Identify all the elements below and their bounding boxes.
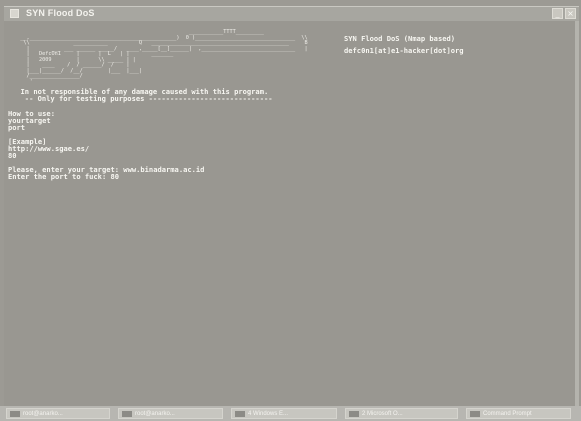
console-icon [10, 9, 19, 18]
contact-email: defc0n1[at]e1-hacker[dot]org [344, 46, 464, 55]
tool-name: SYN Flood DoS (Nmap based) [344, 34, 456, 43]
taskbar-item-command-prompt[interactable]: Command Prompt [466, 408, 571, 419]
console-output[interactable]: ___________TTTT_________ __,____________… [4, 21, 579, 406]
taskbar-item-label: root@anarko... [23, 411, 63, 417]
folder-icon [235, 411, 245, 417]
minimize-button[interactable]: _ [552, 8, 563, 19]
howto-port: port [8, 123, 26, 132]
testing-line: -- Only for testing purposes -----------… [12, 94, 273, 103]
port-prompt[interactable]: Enter the port to fuck: 80 [8, 173, 119, 180]
desktop-screen: SYN Flood DoS _ × ___________TTTT_______… [0, 0, 581, 421]
close-button[interactable]: × [565, 8, 576, 19]
taskbar-item-label: Command Prompt [483, 411, 532, 417]
taskbar-item-label: 4 Windows E... [248, 411, 289, 417]
terminal-icon [10, 411, 20, 417]
taskbar-item-label: 2 Microsoft O... [362, 411, 403, 417]
office-icon [349, 411, 359, 417]
taskbar-item-microsoft-office[interactable]: 2 Microsoft O... [345, 408, 458, 419]
taskbar: root@anarko... root@anarko... 4 Windows … [0, 406, 581, 421]
banner-line-10: ' [14, 78, 33, 85]
example-port: 80 [8, 151, 17, 160]
taskbar-item-terminal-1[interactable]: root@anarko... [6, 408, 110, 419]
window-title: SYN Flood DoS [26, 8, 95, 18]
taskbar-item-terminal-2[interactable]: root@anarko... [118, 408, 223, 419]
ascii-gun-banner: ___________TTTT_________ __,____________… [14, 29, 307, 85]
taskbar-item-label: root@anarko... [135, 411, 175, 417]
example-url: http://www.sgae.es/ [8, 144, 90, 153]
window-titlebar[interactable]: SYN Flood DoS _ × [4, 6, 579, 21]
console-icon [470, 411, 480, 417]
terminal-icon [122, 411, 132, 417]
taskbar-item-windows-explorer[interactable]: 4 Windows E... [231, 408, 337, 419]
